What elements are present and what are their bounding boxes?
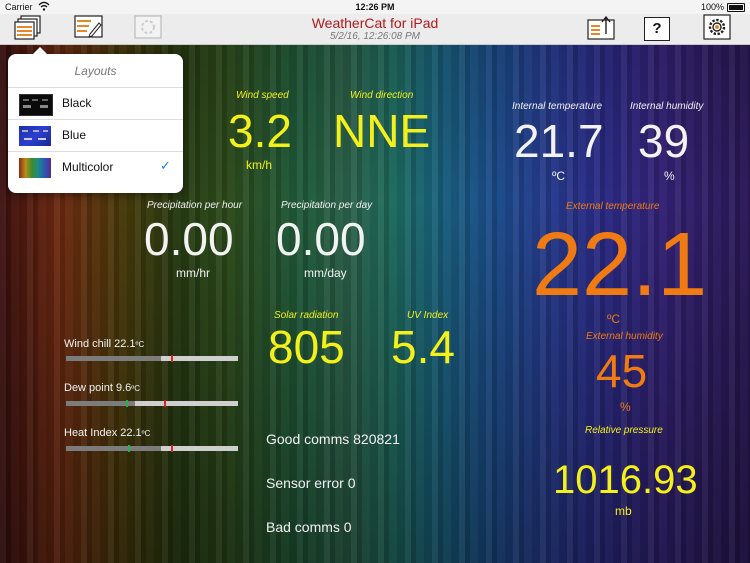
precip-hour-value: 0.00 — [144, 213, 234, 265]
layout-option-multicolor[interactable]: Multicolor ✓ — [8, 151, 183, 183]
internal-humidity-value: 39 — [638, 115, 690, 167]
dew-point-label: Dew point 9.6 — [64, 382, 132, 394]
heat-index-max-marker — [171, 445, 173, 452]
external-humidity-value: 45 — [596, 345, 648, 397]
dew-point-min-marker — [126, 400, 128, 407]
layout-option-black-label: Black — [62, 96, 92, 110]
multicolor-layout-thumbnail — [19, 158, 51, 178]
pressure-label: Relative pressure — [585, 425, 663, 436]
heat-index-bar-fill — [66, 446, 161, 451]
pressure-unit: mb — [615, 504, 632, 518]
settings-button[interactable] — [702, 13, 732, 45]
wind-chill-max-marker — [171, 355, 173, 362]
share-icon — [587, 14, 615, 45]
layouts-popover-title: Layouts — [74, 64, 117, 78]
heat-index-label: Heat Index 22.1 — [64, 427, 142, 439]
precip-day-unit: mm/day — [304, 266, 347, 280]
wind-chill-bar — [66, 355, 238, 362]
good-comms: Good comms 820821 — [266, 431, 400, 447]
bad-comms: Bad comms 0 — [266, 519, 352, 535]
wind-speed-label: Wind speed — [236, 90, 289, 101]
layout-option-blue-label: Blue — [62, 128, 87, 142]
internal-temp-value: 21.7 — [514, 115, 604, 167]
heat-index-bar — [66, 445, 238, 452]
uv-index-label: UV Index — [407, 310, 449, 321]
heat-index-unit: ºC — [141, 429, 151, 438]
pressure-value: 1016.93 — [553, 458, 698, 502]
heat-index-min-marker — [128, 445, 130, 452]
internal-humidity-unit: % — [664, 169, 675, 183]
layout-option-multicolor-label: Multicolor — [62, 160, 114, 174]
wind-chill-unit: ºC — [135, 340, 145, 349]
wind-chill-bar-fill — [66, 356, 161, 361]
precip-day-value: 0.00 — [276, 213, 366, 265]
solar-radiation-label: Solar radiation — [274, 310, 339, 321]
external-humidity-unit: % — [620, 400, 631, 414]
settings-icon — [703, 13, 731, 45]
clock: 12:26 PM — [355, 2, 395, 12]
internal-temp-unit: ºC — [552, 169, 566, 183]
wind-direction-label: Wind direction — [350, 90, 414, 101]
black-layout-thumbnail — [19, 94, 53, 116]
dew-point-max-marker — [164, 400, 166, 407]
external-humidity-label: External humidity — [586, 331, 663, 342]
checkmark-icon: ✓ — [160, 158, 171, 173]
precip-hour-label: Precipitation per hour — [147, 200, 243, 211]
dew-point-bar-fill — [66, 401, 135, 406]
blue-layout-thumbnail — [19, 126, 51, 146]
timestamp: 5/2/16, 12:26:08 PM — [329, 31, 421, 42]
battery-percent: 100% — [700, 2, 724, 12]
toolbar: WeatherCat for iPad 5/2/16, 12:26:08 PM … — [0, 13, 750, 45]
external-temp-unit: ºC — [607, 312, 621, 326]
dew-point-unit: ºC — [131, 384, 140, 393]
internal-temp-label: Internal temperature — [512, 101, 603, 112]
internal-humidity-label: Internal humidity — [630, 101, 704, 112]
wind-speed-value: 3.2 — [228, 105, 292, 157]
share-button[interactable] — [586, 14, 616, 45]
wind-direction-value: NNE — [333, 105, 431, 157]
layout-option-blue[interactable]: Blue — [8, 119, 183, 151]
app-title: WeatherCat for iPad — [311, 15, 439, 31]
external-temp-label: External temperature — [566, 201, 660, 212]
wind-speed-unit: km/h — [246, 158, 273, 172]
external-temp-value: 22.1 — [532, 215, 708, 315]
help-icon: ? — [644, 17, 670, 41]
sensor-error: Sensor error 0 — [266, 475, 356, 491]
precip-day-label: Precipitation per day — [281, 200, 373, 211]
dew-point-bar — [66, 400, 238, 407]
layout-option-black[interactable]: Black — [8, 87, 183, 119]
uv-index-value: 5.4 — [391, 321, 455, 373]
precip-hour-unit: mm/hr — [176, 266, 210, 280]
wind-chill-label: Wind chill 22.1 — [64, 338, 136, 350]
solar-radiation-value: 805 — [268, 321, 345, 373]
help-button[interactable]: ? — [642, 16, 672, 42]
battery-icon — [727, 3, 745, 12]
layouts-popover: Layouts Black Blue Multicolor ✓ — [8, 47, 183, 193]
status-bar: Carrier 12:26 PM 100% — [0, 0, 750, 14]
popover-arrow — [32, 47, 48, 55]
